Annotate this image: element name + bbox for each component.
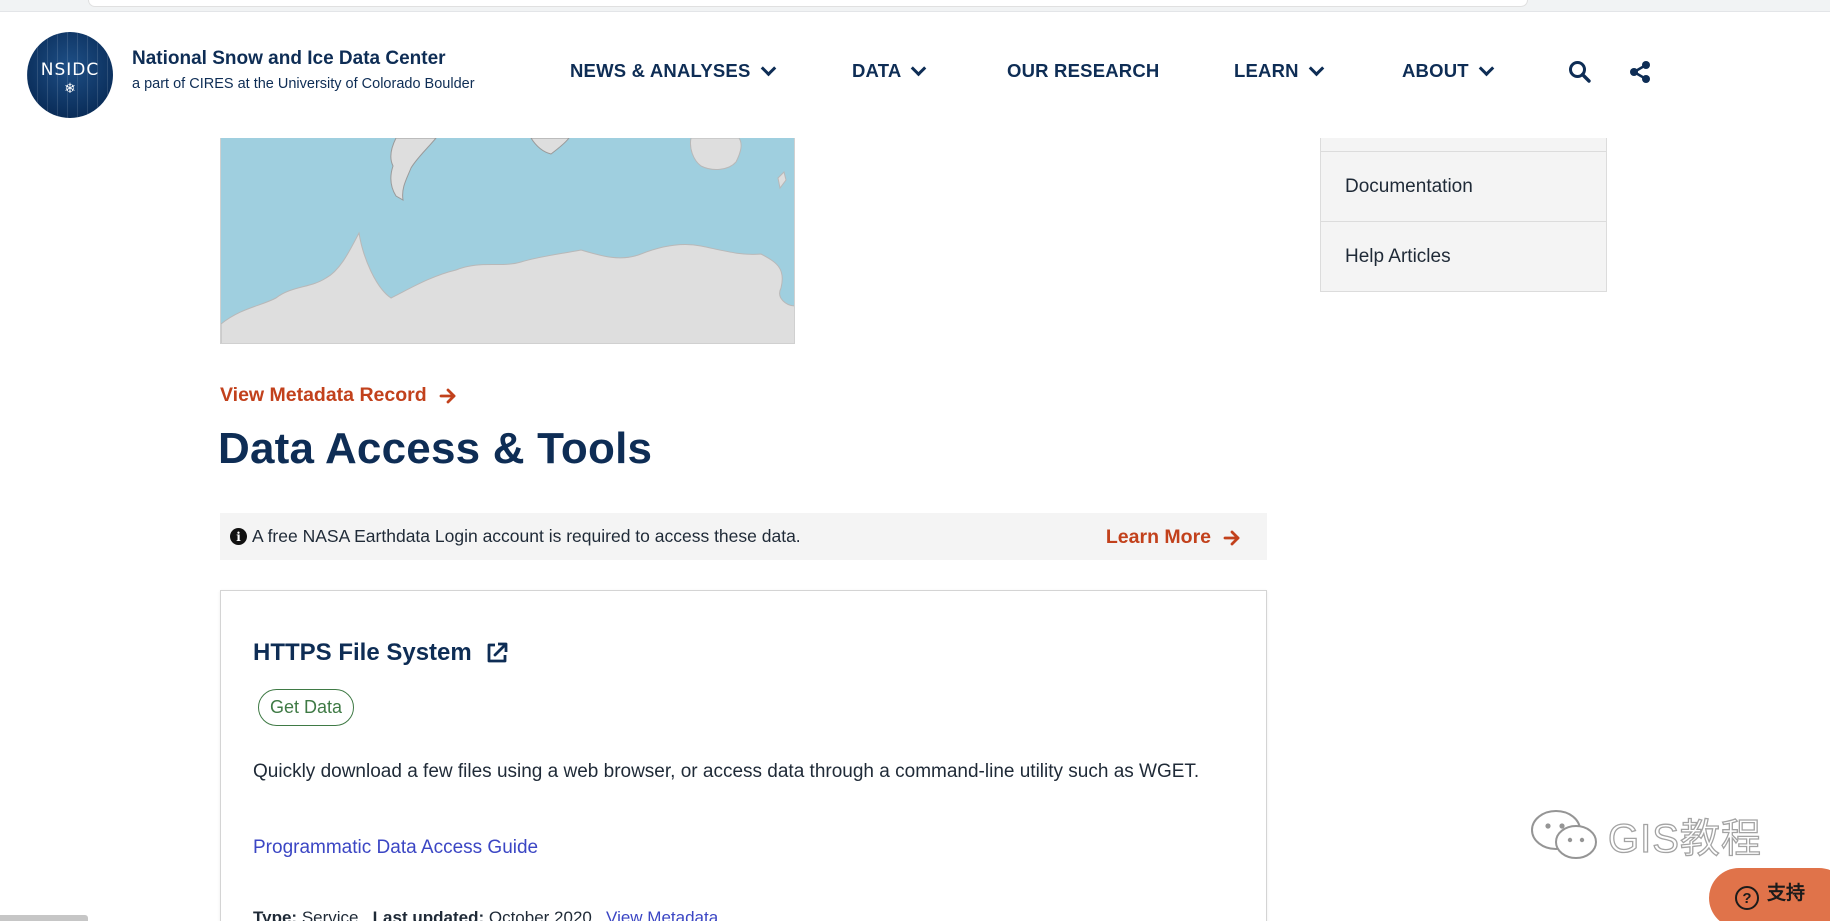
type-value: Service <box>301 908 359 921</box>
notice-text: A free NASA Earthdata Login account is r… <box>252 526 801 546</box>
login-notice: i A free NASA Earthdata Login account is… <box>220 513 1267 560</box>
link-label: View Metadata Record <box>220 384 427 406</box>
snowflake-icon: ❄ <box>64 79 76 96</box>
wechat-icon <box>1531 810 1597 859</box>
card-title-link[interactable]: HTTPS File System <box>253 639 510 667</box>
nav-data[interactable]: DATA <box>852 60 927 82</box>
sidebar-item-stub <box>1320 138 1607 152</box>
nav-our-research[interactable]: OUR RESEARCH <box>1007 60 1159 82</box>
chevron-down-icon <box>1308 60 1325 76</box>
nav-label: ABOUT <box>1402 60 1469 81</box>
logo-text: NSIDC <box>40 59 100 80</box>
share-icon[interactable] <box>1626 58 1654 86</box>
nav-label: DATA <box>852 60 902 81</box>
type-label: Type: <box>253 908 298 921</box>
nav-label: LEARN <box>1234 60 1299 81</box>
https-file-system-card: HTTPS File System Get Data Quickly downl… <box>220 590 1267 921</box>
nav-learn[interactable]: LEARN <box>1234 60 1325 82</box>
updated-label: Last updated: <box>372 908 485 921</box>
sidebar-item-help-articles[interactable]: Help Articles <box>1320 222 1607 292</box>
card-description: Quickly download a few files using a web… <box>253 761 1200 782</box>
support-label: 支持 <box>1767 882 1806 904</box>
right-sidebar: Documentation Help Articles <box>1320 138 1607 292</box>
site-header: NSIDC ❄ National Snow and Ice Data Cente… <box>0 12 1830 138</box>
support-button[interactable]: ? 支持 <box>1709 868 1830 921</box>
programmatic-access-guide-link[interactable]: Programmatic Data Access Guide <box>253 837 538 859</box>
brand-block[interactable]: National Snow and Ice Data Center a part… <box>132 48 475 92</box>
external-link-icon <box>487 642 508 663</box>
help-icon: ? <box>1735 886 1759 910</box>
wechat-watermark: GIS教程 <box>1528 806 1762 864</box>
get-data-badge[interactable]: Get Data <box>258 689 355 726</box>
antarctic-map <box>221 138 794 343</box>
info-icon: i <box>230 528 247 545</box>
link-label: Learn More <box>1105 526 1211 548</box>
chevron-down-icon <box>911 60 927 76</box>
chevron-down-icon <box>1478 60 1495 76</box>
sidebar-item-documentation[interactable]: Documentation <box>1320 152 1607 222</box>
org-subtitle: a part of CIRES at the University of Col… <box>132 76 475 92</box>
address-bar-edge[interactable] <box>88 0 1528 7</box>
chevron-down-icon <box>760 60 776 76</box>
arrow-right-icon <box>1223 530 1240 545</box>
browser-top-strip <box>0 0 1830 12</box>
horizontal-scrollbar[interactable] <box>0 915 88 921</box>
page-title: Data Access & Tools <box>218 424 653 473</box>
nsidc-logo[interactable]: NSIDC ❄ <box>27 32 113 118</box>
watermark-text: GIS教程 <box>1607 816 1762 861</box>
sidebar-item-label: Help Articles <box>1345 245 1451 267</box>
nav-label: OUR RESEARCH <box>1007 60 1160 81</box>
nav-label: NEWS & ANALYSES <box>570 60 751 81</box>
nav-news-analyses[interactable]: NEWS & ANALYSES <box>570 60 776 82</box>
search-icon[interactable] <box>1566 58 1594 86</box>
view-metadata-link[interactable]: View Metadata <box>606 908 718 921</box>
arrow-right-icon <box>439 388 456 403</box>
dataset-map-image <box>220 138 795 344</box>
view-metadata-record-link[interactable]: View Metadata Record <box>220 384 457 407</box>
updated-value: October 2020 <box>488 908 592 921</box>
card-meta-line: Type: Service Last updated: October 2020… <box>253 908 718 921</box>
learn-more-link[interactable]: Learn More <box>1106 526 1241 549</box>
nav-about[interactable]: ABOUT <box>1402 60 1495 82</box>
card-title: HTTPS File System <box>253 639 472 666</box>
sidebar-item-label: Documentation <box>1345 175 1473 197</box>
org-name: National Snow and Ice Data Center <box>132 48 446 69</box>
